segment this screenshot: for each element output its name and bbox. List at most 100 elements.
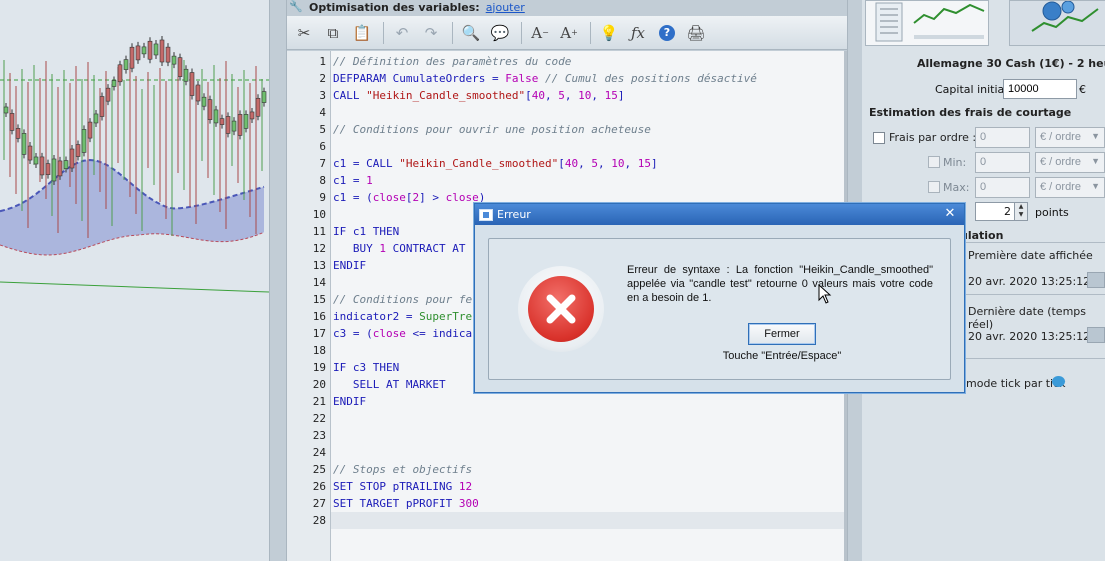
line-number: 11 <box>312 225 326 238</box>
comment-icon[interactable]: 💬 <box>487 20 513 46</box>
code-line[interactable] <box>331 410 844 427</box>
code-line[interactable]: // Définition des paramètres du code <box>331 53 844 70</box>
code-line[interactable] <box>331 512 844 529</box>
line-number: 24 <box>312 446 326 459</box>
price-chart[interactable] <box>0 0 270 561</box>
candle-body <box>93 113 99 124</box>
candle-body <box>207 99 213 120</box>
min-unit-select[interactable]: € / ordre ▼ <box>1035 152 1105 173</box>
code-line[interactable]: SET TARGET pPROFIT 300 <box>331 495 844 512</box>
redo-icon[interactable]: ↷ <box>418 20 444 46</box>
first-date-value[interactable]: 20 avr. 2020 13:25:12 <box>968 275 1090 288</box>
app-window-icon <box>479 208 493 221</box>
capital-input[interactable] <box>1003 79 1077 99</box>
dialog-title: Erreur <box>497 208 531 221</box>
line-number: 22 <box>312 412 326 425</box>
code-line[interactable]: SET STOP pTRAILING 12 <box>331 478 844 495</box>
candle-body <box>255 97 261 117</box>
chart-thumbnail-icon[interactable] <box>865 0 989 46</box>
candle-body <box>51 158 57 182</box>
frais-unit-value: € / ordre <box>1040 131 1081 143</box>
spread-stepper[interactable]: 2 ▲ ▼ <box>975 202 1028 221</box>
code-line[interactable]: DEFPARAM CumulateOrders = False // Cumul… <box>331 70 844 87</box>
dialog-titlebar[interactable]: Erreur ✕ <box>475 204 964 225</box>
last-date-value[interactable]: 20 avr. 2020 13:25:12 <box>968 330 1090 343</box>
candle-body <box>63 160 69 169</box>
code-line[interactable]: c1 = 1 <box>331 172 844 189</box>
code-line[interactable]: CALL "Heikin_Candle_smoothed"[40, 5, 10,… <box>331 87 844 104</box>
candle-body <box>111 80 117 87</box>
candle-body <box>183 68 189 82</box>
code-line[interactable]: ENDIF <box>331 393 844 410</box>
candle-body <box>3 106 9 114</box>
variables-optimization-label: Optimisation des variables: <box>309 0 480 14</box>
font-increase-icon[interactable]: A + <box>556 20 582 46</box>
tick-mode-label: mode tick par tick <box>966 377 1066 390</box>
max-input[interactable]: 0 <box>975 177 1030 198</box>
line-number: 18 <box>312 344 326 357</box>
copy-icon[interactable]: ⧉ <box>320 20 346 46</box>
font-decrease-icon[interactable]: A − <box>527 20 553 46</box>
line-number: 19 <box>312 361 326 374</box>
max-unit-select[interactable]: € / ordre ▼ <box>1035 177 1105 198</box>
candle-body <box>195 84 201 102</box>
candle-body <box>45 163 51 175</box>
code-line[interactable]: // Stops et objectifs <box>331 461 844 478</box>
line-number: 17 <box>312 327 326 340</box>
paste-icon[interactable]: 📋 <box>349 20 375 46</box>
candle-body <box>219 118 225 125</box>
help-icon[interactable]: ? <box>654 20 680 46</box>
max-checkbox[interactable] <box>928 181 940 193</box>
candle-body <box>243 114 249 129</box>
calendar-icon[interactable] <box>1087 327 1105 343</box>
function-icon[interactable]: ƒx <box>625 20 651 46</box>
cut-icon[interactable]: ✂ <box>291 20 317 46</box>
close-icon[interactable]: ✕ <box>942 206 958 222</box>
error-icon <box>518 266 604 352</box>
max-unit-value: € / ordre <box>1040 181 1081 193</box>
frais-input[interactable]: 0 <box>975 127 1030 148</box>
code-line[interactable] <box>331 427 844 444</box>
candle-body <box>69 148 75 169</box>
code-line[interactable]: // Conditions pour ouvrir une position a… <box>331 121 844 138</box>
frais-label: Frais par ordre : <box>889 131 977 144</box>
code-line[interactable]: c1 = CALL "Heikin_Candle_smoothed"[40, 5… <box>331 155 844 172</box>
line-number: 8 <box>319 174 326 187</box>
chevron-down-icon: ▼ <box>1091 156 1100 166</box>
frais-unit-select[interactable]: € / ordre ▼ <box>1035 127 1105 148</box>
speech-bubble-icon[interactable] <box>1052 376 1065 387</box>
code-line[interactable] <box>331 138 844 155</box>
min-input[interactable]: 0 <box>975 152 1030 173</box>
error-dialog: Erreur ✕ Erreur de syntaxe : La fonction… <box>474 203 965 393</box>
panel-splitter[interactable] <box>269 0 287 561</box>
print-icon[interactable]: 🖨 <box>683 20 709 46</box>
candle-body <box>141 46 147 55</box>
wrench-icon: 🔧 <box>289 0 303 13</box>
toolbar-divider <box>590 21 591 44</box>
instrument-title: Allemagne 30 Cash (1€) - 2 heures <box>917 57 1105 70</box>
code-line[interactable] <box>331 444 844 461</box>
stepper-arrows-icon[interactable]: ▲ ▼ <box>1014 203 1027 220</box>
divider <box>962 242 1105 243</box>
candle-body <box>213 109 219 124</box>
last-date-label: Dernière date (temps réel) <box>968 305 1087 331</box>
line-number: 7 <box>319 157 326 170</box>
min-checkbox[interactable] <box>928 156 940 168</box>
candle-body <box>75 144 81 157</box>
candle-body <box>21 133 27 155</box>
toolbar-divider <box>521 21 522 44</box>
candle-body <box>249 111 255 120</box>
undo-icon[interactable]: ↶ <box>389 20 415 46</box>
calendar-icon[interactable] <box>1087 272 1105 288</box>
line-number: 13 <box>312 259 326 272</box>
code-line[interactable] <box>331 104 844 121</box>
fermer-button[interactable]: Fermer <box>748 323 816 345</box>
optimizer-thumbnail-icon[interactable] <box>1009 0 1105 46</box>
line-number: 25 <box>312 463 326 476</box>
gears-chart-icon <box>1031 0 1099 32</box>
search-icon[interactable]: 🔍 <box>458 20 484 46</box>
add-variable-link[interactable]: ajouter <box>486 1 525 14</box>
error-message: Erreur de syntaxe : La fonction "Heikin_… <box>627 264 933 304</box>
frais-checkbox[interactable] <box>873 132 885 144</box>
bulb-icon[interactable]: 💡 <box>596 20 622 46</box>
